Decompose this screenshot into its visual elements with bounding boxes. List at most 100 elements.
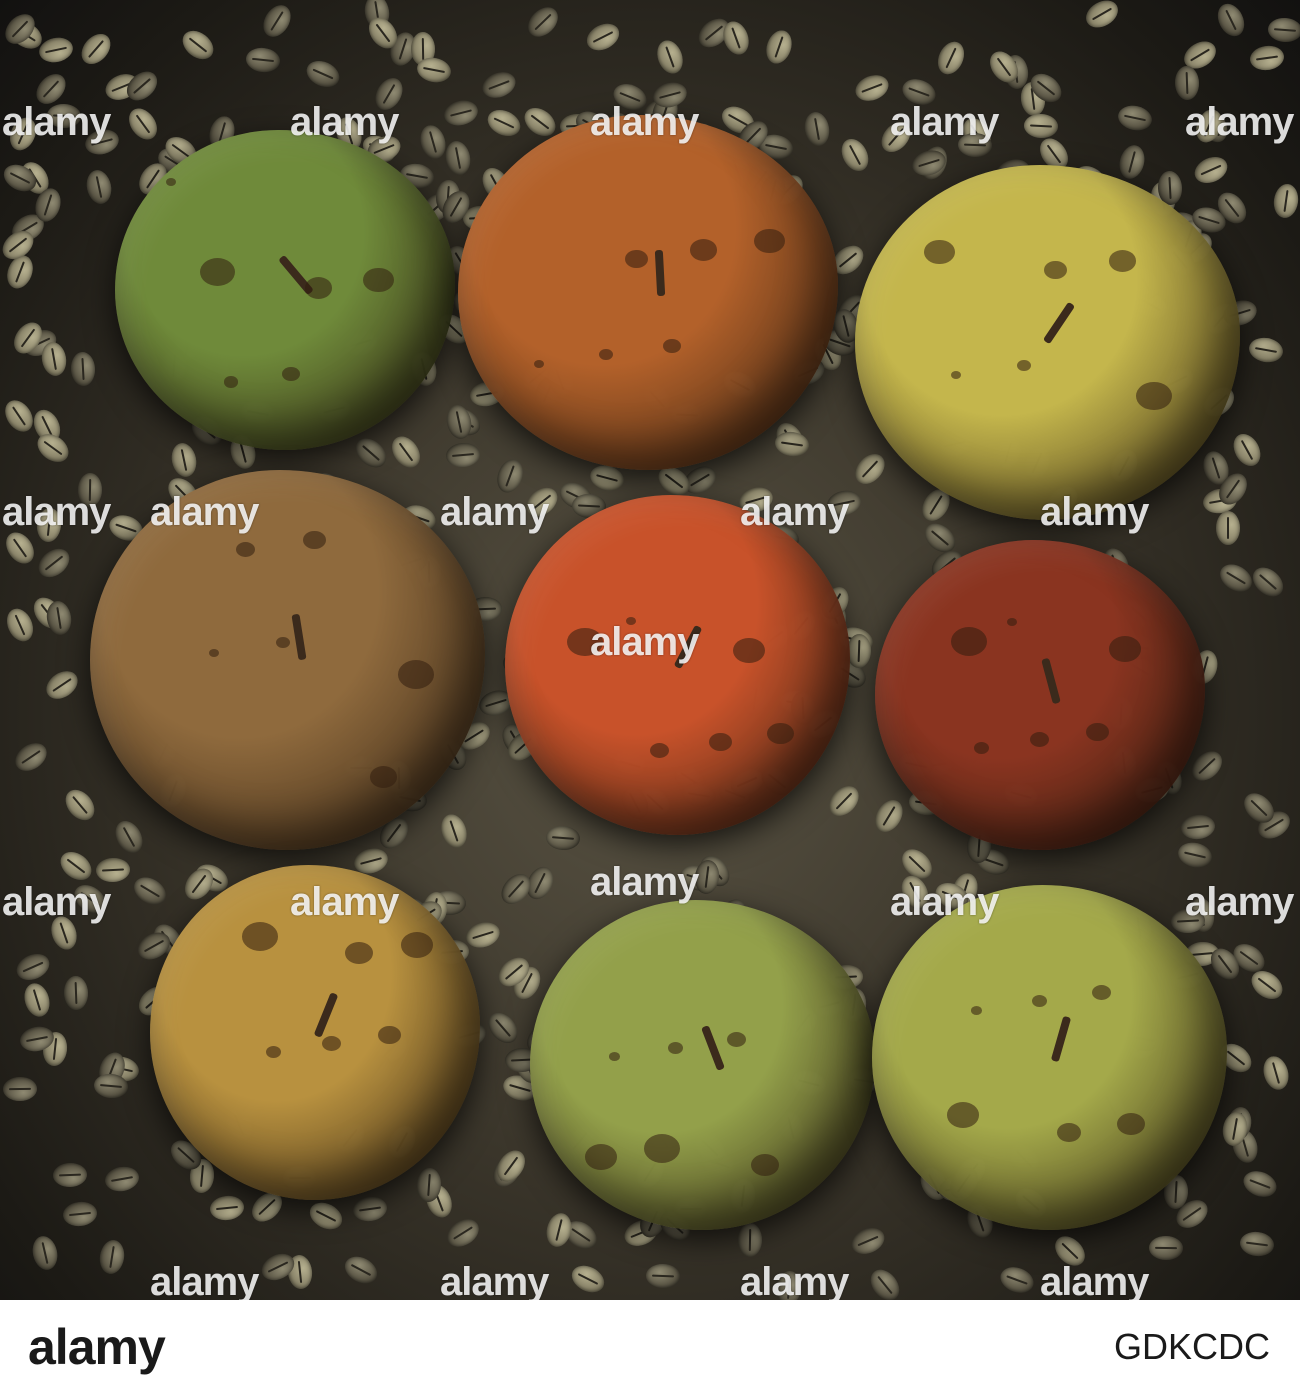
coffee-bean <box>582 18 624 56</box>
coffee-bean <box>543 1210 575 1250</box>
watermark: alamy <box>1040 1260 1149 1300</box>
coffee-bean <box>29 1233 61 1273</box>
coffee-bean <box>1239 1166 1281 1202</box>
apple-bottom-right <box>872 885 1227 1230</box>
watermark: alamy <box>590 100 699 144</box>
coffee-bean <box>1259 1053 1293 1093</box>
coffee-bean <box>442 1213 484 1253</box>
apple-stem <box>1040 657 1061 705</box>
coffee-bean <box>12 949 54 985</box>
rot-spot <box>200 258 235 286</box>
rot-spot <box>305 277 333 299</box>
coffee-bean <box>123 103 163 145</box>
coffee-bean <box>482 1007 524 1049</box>
coffee-bean <box>1271 182 1300 220</box>
coffee-bean <box>463 918 503 952</box>
coffee-bean <box>95 857 131 883</box>
rot-spot <box>223 376 238 388</box>
rot-spot <box>609 1051 621 1061</box>
coffee-bean <box>1023 113 1059 139</box>
coffee-bean <box>851 70 893 106</box>
watermark: alamy <box>440 490 549 534</box>
coffee-bean <box>302 56 344 92</box>
apple-stem <box>1050 1015 1071 1063</box>
rot-spot <box>767 722 795 745</box>
rot-spot <box>1056 1123 1081 1143</box>
coffee-bean <box>39 340 69 378</box>
watermark: alamy <box>2 100 111 144</box>
coffee-bean <box>63 975 89 1011</box>
coffee-bean <box>1081 0 1123 33</box>
coffee-bean <box>1238 1230 1276 1258</box>
rot-spot <box>951 370 962 379</box>
coffee-bean <box>802 110 832 148</box>
rot-spot <box>236 542 256 558</box>
coffee-bean <box>737 1222 763 1258</box>
coffee-bean <box>168 440 200 480</box>
rot-spot <box>726 1032 746 1048</box>
apple-stem <box>1043 301 1076 345</box>
rot-spot <box>668 1041 683 1054</box>
coffee-bean <box>129 871 171 911</box>
apple-stem <box>701 1025 726 1072</box>
coffee-bean <box>416 122 450 162</box>
rot-spot <box>303 530 327 550</box>
coffee-bean <box>52 1162 88 1188</box>
coffee-bean <box>1175 839 1215 871</box>
rot-spot <box>1030 732 1050 748</box>
coffee-bean <box>823 780 865 822</box>
apple-bottom-center <box>530 900 875 1230</box>
rot-spot <box>275 637 290 649</box>
rot-spot <box>754 228 786 254</box>
coffee-bean <box>846 633 872 669</box>
watermark: alamy <box>150 1260 259 1300</box>
coffee-bean <box>864 1264 906 1300</box>
coffee-bean <box>83 167 115 207</box>
apple-top-left <box>115 130 455 450</box>
apple-stem <box>654 249 665 297</box>
photo: alamy alamy alamy alamy alamy alamy alam… <box>0 0 1300 1300</box>
apple-stem <box>313 992 338 1039</box>
coffee-bean <box>1148 1235 1184 1261</box>
coffee-bean <box>1116 142 1148 182</box>
rot-spot <box>585 1144 618 1170</box>
coffee-bean <box>244 46 282 74</box>
apple-top-right <box>855 165 1240 520</box>
coffee-bean <box>1248 43 1286 73</box>
watermark: alamy <box>890 100 999 144</box>
apple-middle-right <box>875 540 1205 850</box>
coffee-bean <box>762 27 796 67</box>
rot-spot <box>321 1035 341 1052</box>
coffee-bean <box>350 432 392 474</box>
coffee-bean <box>836 134 874 176</box>
rot-spot <box>400 932 433 958</box>
rot-spot <box>689 239 717 261</box>
coffee-bean <box>20 980 54 1020</box>
watermark: alamy <box>150 490 259 534</box>
coffee-bean <box>932 37 970 79</box>
rot-spot <box>370 766 398 788</box>
coffee-bean <box>441 97 481 129</box>
coffee-bean <box>996 1262 1038 1298</box>
rot-spot <box>1031 995 1047 1008</box>
footer-bar: alamy GDKCDC <box>0 1300 1300 1390</box>
rot-spot <box>1043 260 1067 280</box>
rot-spot <box>924 239 956 265</box>
coffee-bean <box>567 1260 609 1298</box>
coffee-bean <box>1115 102 1155 134</box>
coffee-bean <box>483 104 525 142</box>
apple-top-center <box>458 115 838 470</box>
coffee-bean <box>445 441 481 469</box>
coffee-bean <box>652 36 688 78</box>
rot-spot <box>344 942 373 965</box>
rot-spot <box>1086 722 1110 742</box>
coffee-bean <box>386 431 426 473</box>
watermark: alamy <box>290 880 399 924</box>
coffee-bean <box>1212 0 1250 41</box>
coffee-bean <box>1247 561 1289 603</box>
rot-spot <box>377 1025 401 1045</box>
coffee-bean <box>1174 65 1200 101</box>
coffee-bean <box>1247 335 1285 365</box>
coffee-bean <box>2 1076 38 1102</box>
coffee-bean <box>2 604 38 646</box>
